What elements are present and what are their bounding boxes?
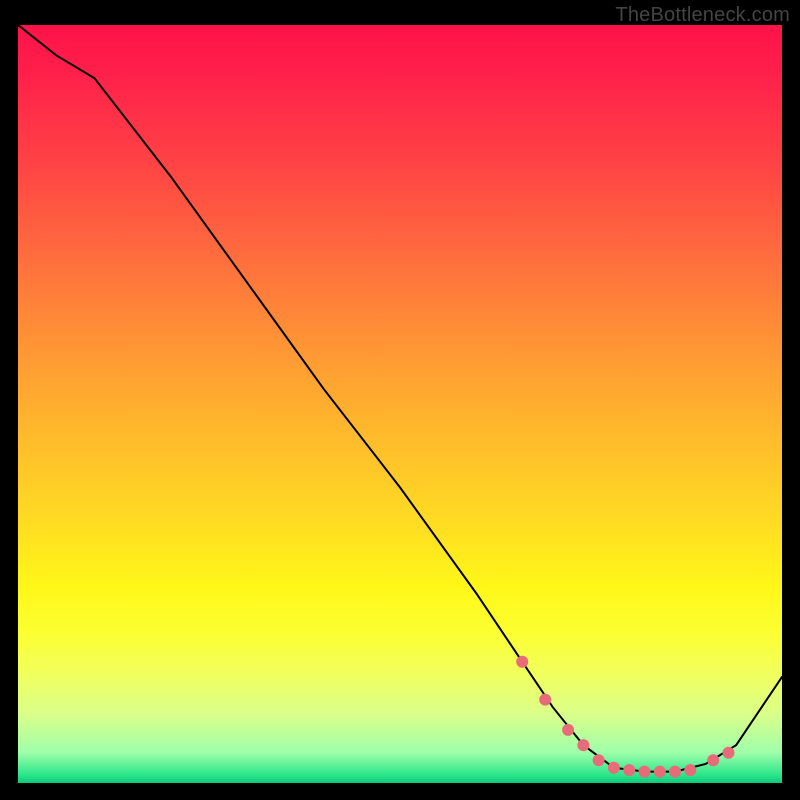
marker-point [539, 694, 551, 706]
watermark-text: TheBottleneck.com [615, 4, 790, 27]
plot-area [18, 25, 782, 783]
marker-group [516, 656, 734, 778]
marker-point [707, 754, 719, 766]
marker-point [608, 762, 620, 774]
marker-point [723, 747, 735, 759]
marker-point [654, 766, 666, 778]
marker-point [562, 724, 574, 736]
chart-overlay [18, 25, 782, 783]
chart-container: TheBottleneck.com [0, 0, 800, 800]
marker-point [516, 656, 528, 668]
marker-point [577, 739, 589, 751]
marker-point [669, 766, 681, 778]
marker-point [639, 766, 651, 778]
marker-point [684, 764, 696, 776]
marker-point [593, 754, 605, 766]
curve-line [18, 25, 782, 772]
marker-point [623, 764, 635, 776]
